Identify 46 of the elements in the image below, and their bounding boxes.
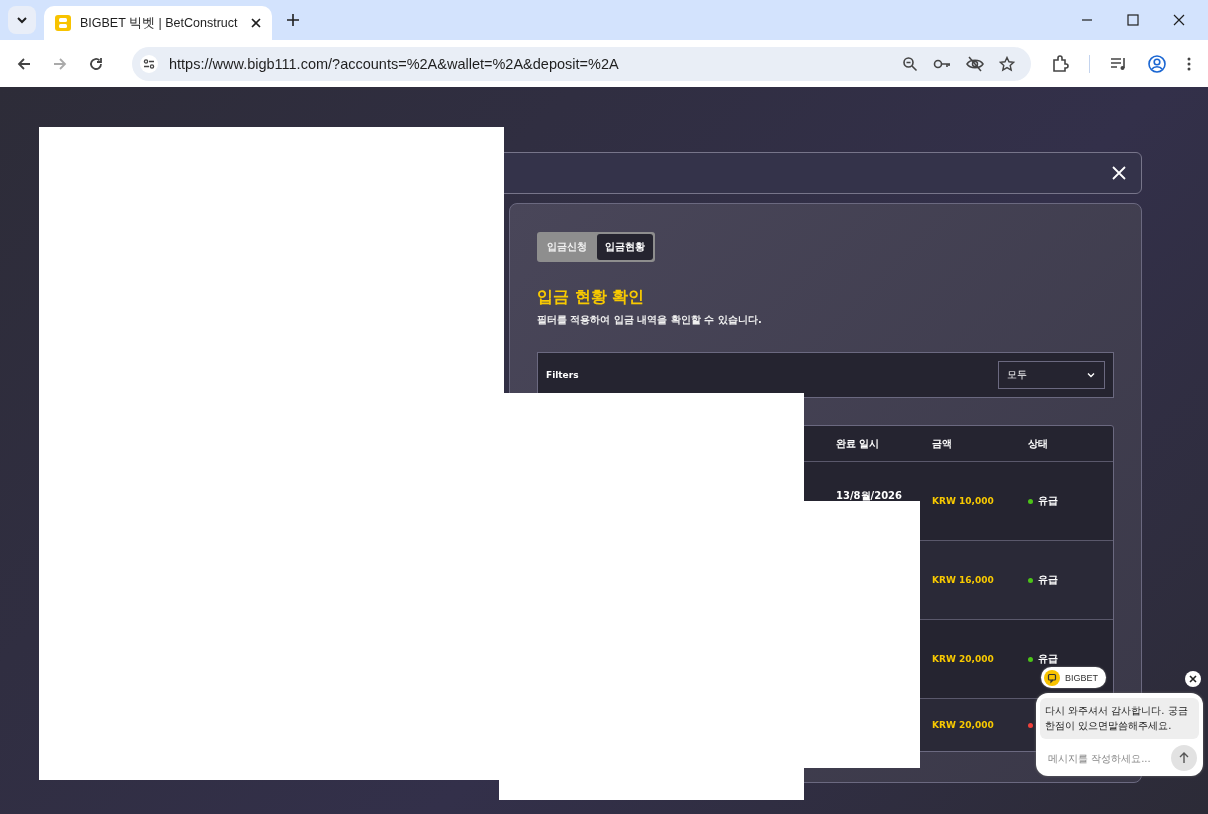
address-bar[interactable]: https://www.bigb111.com/?accounts=%2A&wallet=%2A&deposit=%2A <box>132 46 1031 81</box>
tab-search-button[interactable] <box>8 6 36 34</box>
extensions-icon[interactable] <box>1051 54 1069 73</box>
table-cell-text: KRW 10,000 <box>932 496 995 506</box>
tab-title: BIGBET 빅벳 | BetConstruct <box>80 14 239 32</box>
column-header: 금액 <box>932 436 953 451</box>
filters-label: Filters <box>546 370 579 380</box>
chevron-down-icon <box>1086 370 1096 380</box>
page-heading: 입금 현황 확인 <box>537 287 646 308</box>
table-cell-text: KRW 20,000 <box>932 654 995 664</box>
new-tab-icon[interactable] <box>286 13 300 27</box>
logo-icon <box>54 14 72 32</box>
table-cell-text: KRW 20,000 <box>932 720 995 730</box>
status-text: 유급 <box>1038 573 1058 587</box>
zoom-out-icon[interactable] <box>902 55 918 72</box>
arrow-up-icon <box>1178 752 1190 764</box>
media-icon[interactable] <box>1110 55 1128 72</box>
back-icon[interactable] <box>16 55 32 72</box>
chat-icon <box>1044 669 1060 686</box>
star-icon[interactable] <box>999 55 1015 72</box>
tab[interactable]: 입금현황 <box>597 234 653 260</box>
table-cell-text: 13/8월/2026 <box>836 489 903 503</box>
url-text: https://www.bigb111.com/?accounts=%2A&wallet=%2A&deposit=%2A <box>169 55 619 72</box>
send-button[interactable] <box>1171 745 1197 771</box>
close-icon[interactable] <box>250 17 262 29</box>
chevron-down-icon <box>16 14 28 26</box>
eye-off-icon[interactable] <box>966 55 984 72</box>
status-text: 유급 <box>1038 494 1058 508</box>
message-input[interactable]: 메시지를 작성하세요... <box>1040 752 1171 764</box>
reload-icon[interactable] <box>88 55 104 72</box>
filter-dropdown[interactable]: 모두 <box>998 361 1105 389</box>
chat-message: 다시 와주셔서 감사합니다. 궁금한점이 있으면말씀해주세요. <box>1040 698 1199 739</box>
column-header: 완료 일시 <box>836 436 881 451</box>
chat-close-button[interactable] <box>1185 671 1201 687</box>
maximize-icon[interactable] <box>1126 13 1140 27</box>
status-text: 유급 <box>1038 652 1058 666</box>
profile-icon[interactable] <box>1148 54 1166 73</box>
browser-tab[interactable]: BIGBET 빅벳 | BetConstruct <box>44 6 272 40</box>
table-cell-text: KRW 16,000 <box>932 575 995 585</box>
page-subheading: 필터를 적용하여 입금 내역을 확인할 수 있습니다. <box>537 313 763 327</box>
menu-icon[interactable] <box>1186 55 1192 72</box>
close-icon[interactable] <box>1172 13 1186 27</box>
chat-brand-name: BIGBET <box>1065 672 1098 683</box>
close-icon <box>1189 675 1197 683</box>
column-header: 상태 <box>1028 436 1048 451</box>
site-settings-icon[interactable] <box>140 54 158 73</box>
